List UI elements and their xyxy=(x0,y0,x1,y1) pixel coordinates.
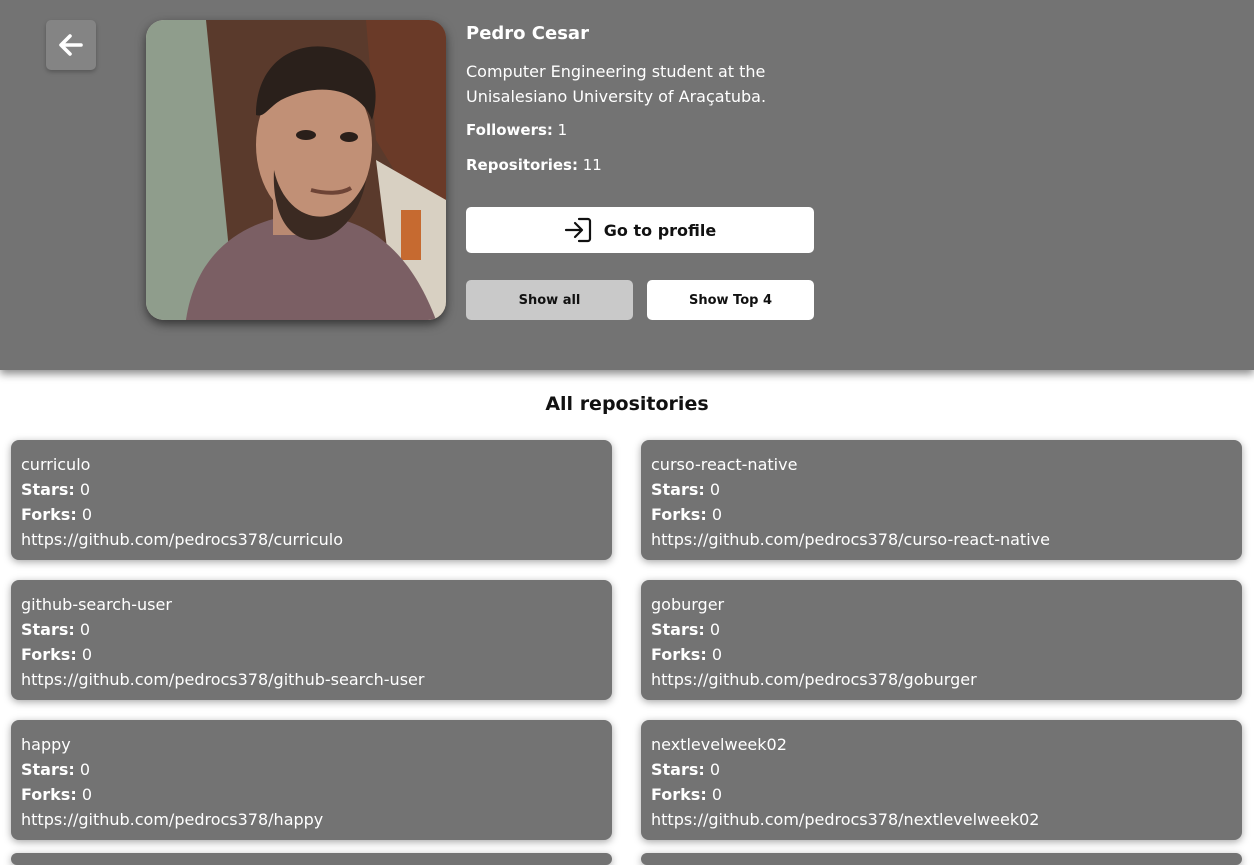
repo-forks: Forks: 0 xyxy=(651,502,1232,527)
repo-stars: Stars: 0 xyxy=(651,617,1232,642)
forks-label: Forks: xyxy=(21,505,77,524)
repo-url[interactable]: https://github.com/pedrocs378/curriculo xyxy=(21,527,602,552)
repo-card[interactable]: github-search-user Stars: 0 Forks: 0 htt… xyxy=(11,580,612,700)
repositories-label: Repositories: xyxy=(466,156,578,174)
forks-label: Forks: xyxy=(21,645,77,664)
arrow-left-icon xyxy=(59,34,83,56)
back-button[interactable] xyxy=(46,20,96,70)
forks-value: 0 xyxy=(711,645,723,664)
repo-card[interactable]: curriculo Stars: 0 Forks: 0 https://gith… xyxy=(11,440,612,560)
stars-value: 0 xyxy=(79,480,91,499)
stars-value: 0 xyxy=(709,760,721,779)
repo-stars: Stars: 0 xyxy=(21,617,602,642)
repo-name: curriculo xyxy=(21,455,91,474)
repositories-count: 11 xyxy=(582,156,602,174)
repo-forks: Forks: 0 xyxy=(21,642,602,667)
show-top-4-button[interactable]: Show Top 4 xyxy=(647,280,814,320)
repo-name: curso-react-native xyxy=(651,455,798,474)
stars-value: 0 xyxy=(709,480,721,499)
forks-label: Forks: xyxy=(21,785,77,804)
stars-label: Stars: xyxy=(651,620,705,639)
followers-stat: Followers: 1 xyxy=(466,121,567,139)
repo-name: goburger xyxy=(651,595,725,614)
forks-value: 0 xyxy=(711,505,723,524)
login-icon xyxy=(564,217,591,243)
stars-value: 0 xyxy=(79,760,91,779)
forks-value: 0 xyxy=(81,645,93,664)
forks-label: Forks: xyxy=(651,505,707,524)
repo-card[interactable]: curso-react-native Stars: 0 Forks: 0 htt… xyxy=(641,440,1242,560)
profile-name: Pedro Cesar xyxy=(466,23,589,44)
repo-url[interactable]: https://github.com/pedrocs378/github-sea… xyxy=(21,667,602,692)
go-to-profile-label: Go to profile xyxy=(603,220,717,240)
followers-label: Followers: xyxy=(466,121,553,139)
repositories-stat: Repositories: 11 xyxy=(466,156,602,174)
repo-stars: Stars: 0 xyxy=(21,477,602,502)
stars-label: Stars: xyxy=(21,620,75,639)
repo-card-partial[interactable] xyxy=(641,853,1242,865)
repo-forks: Forks: 0 xyxy=(651,782,1232,807)
repo-forks: Forks: 0 xyxy=(651,642,1232,667)
repo-stars: Stars: 0 xyxy=(651,757,1232,782)
repo-name: happy xyxy=(21,735,71,754)
repo-url[interactable]: https://github.com/pedrocs378/happy xyxy=(21,807,602,832)
stars-value: 0 xyxy=(709,620,721,639)
repo-card[interactable]: goburger Stars: 0 Forks: 0 https://githu… xyxy=(641,580,1242,700)
profile-header: Pedro Cesar Computer Engineering student… xyxy=(0,0,1254,370)
forks-label: Forks: xyxy=(651,645,707,664)
repo-stars: Stars: 0 xyxy=(651,477,1232,502)
repo-card[interactable]: happy Stars: 0 Forks: 0 https://github.c… xyxy=(11,720,612,840)
repo-url[interactable]: https://github.com/pedrocs378/goburger xyxy=(651,667,1232,692)
profile-bio: Computer Engineering student at the Unis… xyxy=(466,62,767,106)
stars-label: Stars: xyxy=(21,480,75,499)
repo-url[interactable]: https://github.com/pedrocs378/nextlevelw… xyxy=(651,807,1232,832)
forks-value: 0 xyxy=(81,785,93,804)
forks-label: Forks: xyxy=(651,785,707,804)
section-title: All repositories xyxy=(545,393,709,415)
stars-label: Stars: xyxy=(651,760,705,779)
followers-count: 1 xyxy=(557,121,568,139)
repo-name: nextlevelweek02 xyxy=(651,735,787,754)
repo-name: github-search-user xyxy=(21,595,172,614)
show-all-button[interactable]: Show all xyxy=(466,280,633,320)
repo-card-partial[interactable] xyxy=(11,853,612,865)
repo-url[interactable]: https://github.com/pedrocs378/curso-reac… xyxy=(651,527,1232,552)
avatar-photo xyxy=(146,20,446,320)
repo-card[interactable]: nextlevelweek02 Stars: 0 Forks: 0 https:… xyxy=(641,720,1242,840)
forks-value: 0 xyxy=(81,505,93,524)
stars-label: Stars: xyxy=(21,760,75,779)
avatar xyxy=(146,20,446,320)
forks-value: 0 xyxy=(711,785,723,804)
stars-value: 0 xyxy=(79,620,91,639)
repo-stars: Stars: 0 xyxy=(21,757,602,782)
go-to-profile-button[interactable]: Go to profile xyxy=(466,207,814,253)
repo-forks: Forks: 0 xyxy=(21,502,602,527)
repo-forks: Forks: 0 xyxy=(21,782,602,807)
stars-label: Stars: xyxy=(651,480,705,499)
